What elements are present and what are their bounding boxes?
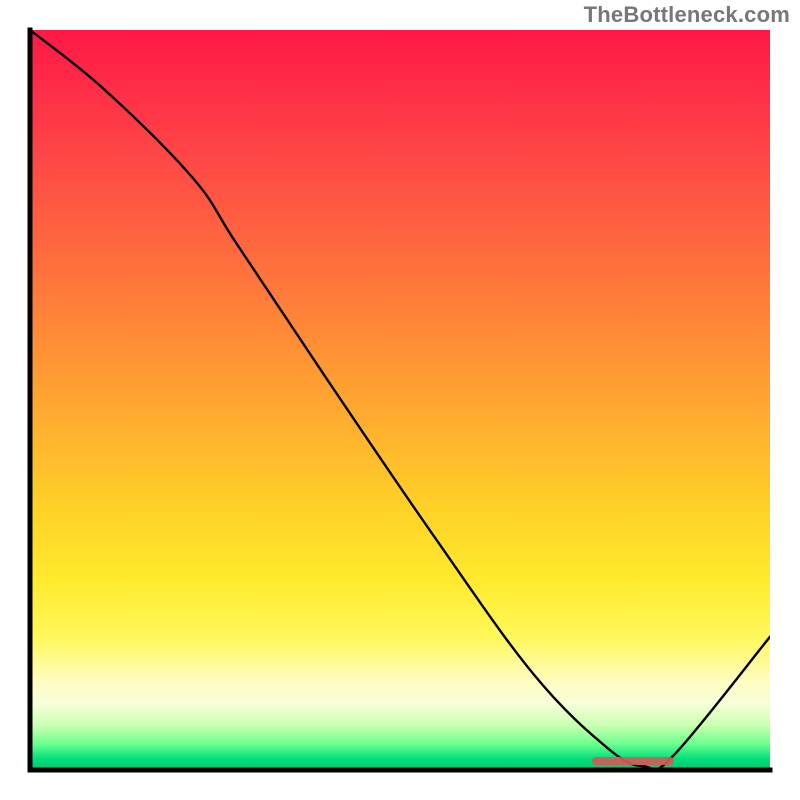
- attribution-text: TheBottleneck.com: [584, 2, 790, 28]
- ideal-range-marker: [592, 757, 673, 765]
- plot-area: [30, 30, 770, 770]
- bottleneck-curve: [30, 30, 770, 770]
- chart-container: TheBottleneck.com: [0, 0, 800, 800]
